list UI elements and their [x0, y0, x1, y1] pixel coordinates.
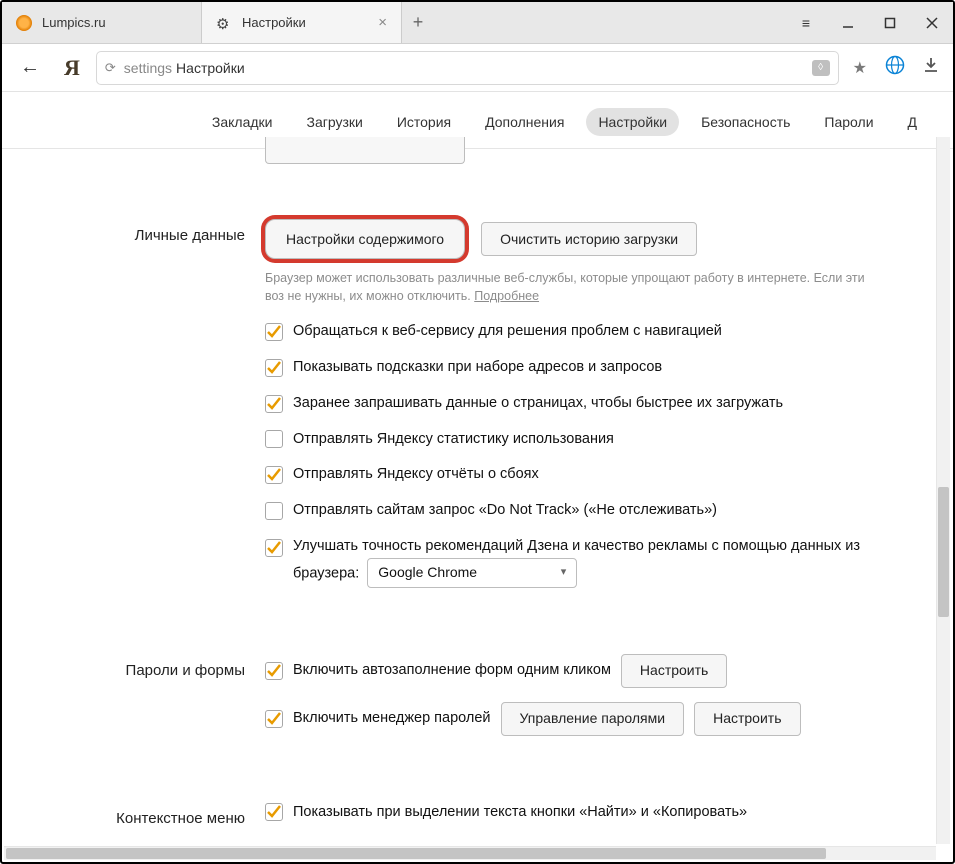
section-title: Контекстное меню: [50, 802, 265, 838]
section-context-menu: Контекстное меню Показывать при выделени…: [50, 750, 935, 838]
url-title: Настройки: [176, 60, 245, 76]
chevron-down-icon: ▾: [561, 564, 567, 581]
helper-text: Браузер может использовать различные веб…: [265, 269, 885, 305]
topnav-more[interactable]: Д: [896, 108, 929, 136]
topnav-downloads[interactable]: Загрузки: [294, 108, 374, 136]
check-do-not-track: Отправлять сайтам запрос «Do Not Track» …: [265, 500, 935, 522]
tab-close-icon[interactable]: ×: [378, 14, 387, 31]
gear-favicon-icon: ⚙: [216, 15, 232, 31]
scrollbar-thumb[interactable]: [6, 848, 826, 859]
checkbox[interactable]: [265, 466, 283, 484]
autofill-configure-button[interactable]: Настроить: [621, 654, 727, 688]
protect-badge-icon[interactable]: ◊: [812, 60, 830, 76]
menu-button[interactable]: ≡: [785, 2, 827, 44]
yandex-logo-icon[interactable]: Я: [58, 55, 86, 81]
download-icon[interactable]: [919, 53, 943, 82]
checkbox[interactable]: [265, 662, 283, 680]
clear-download-history-button[interactable]: Очистить историю загрузки: [481, 222, 697, 256]
horizontal-scrollbar[interactable]: [4, 846, 936, 860]
lumpics-favicon-icon: [16, 15, 32, 31]
new-tab-button[interactable]: +: [402, 2, 434, 43]
vertical-scrollbar[interactable]: [936, 137, 950, 844]
checkbox[interactable]: [265, 395, 283, 413]
check-autofill: Включить автозаполнение форм одним клико…: [265, 654, 935, 688]
content-settings-button[interactable]: Настройки содержимого: [265, 219, 465, 259]
tab-title: Lumpics.ru: [42, 15, 187, 30]
minimize-button[interactable]: [827, 2, 869, 44]
back-button[interactable]: ←: [12, 50, 48, 85]
truncated-button[interactable]: [265, 137, 465, 164]
check-nav-errors: Обращаться к веб-сервису для решения про…: [265, 321, 935, 343]
check-suggestions: Показывать подсказки при наборе адресов …: [265, 357, 935, 379]
reload-icon[interactable]: ⟳: [105, 60, 116, 76]
check-password-manager: Включить менеджер паролей Управление пар…: [265, 702, 935, 736]
browser-select[interactable]: Google Chrome ▾: [367, 558, 577, 588]
check-crash-reports: Отправлять Яндексу отчёты о сбоях: [265, 464, 935, 486]
tab-title: Настройки: [242, 15, 372, 30]
topnav-passwords[interactable]: Пароли: [812, 108, 885, 136]
passwords-configure-button[interactable]: Настроить: [694, 702, 800, 736]
checkbox[interactable]: [265, 323, 283, 341]
section-personal-data: Личные данные Настройки содержимого Очис…: [50, 167, 935, 602]
close-button[interactable]: [911, 2, 953, 44]
checkbox[interactable]: [265, 803, 283, 821]
section-passwords-forms: Пароли и формы Включить автозаполнение ф…: [50, 602, 935, 750]
maximize-button[interactable]: [869, 2, 911, 44]
section-title: Пароли и формы: [50, 654, 265, 750]
omnibox[interactable]: ⟳ settings Настройки ◊: [96, 51, 839, 85]
content-viewport: Личные данные Настройки содержимого Очис…: [2, 137, 953, 846]
topnav-addons[interactable]: Дополнения: [473, 108, 576, 136]
titlebar: Lumpics.ru ⚙ Настройки × + ≡: [2, 2, 953, 44]
scrollbar-thumb[interactable]: [938, 487, 949, 617]
checkbox[interactable]: [265, 359, 283, 377]
topnav-security[interactable]: Безопасность: [689, 108, 802, 136]
checkbox[interactable]: [265, 710, 283, 728]
learn-more-link[interactable]: Подробнее: [474, 289, 539, 303]
check-selection-buttons: Показывать при выделении текста кнопки «…: [265, 802, 935, 824]
topnav-bookmarks[interactable]: Закладки: [200, 108, 285, 136]
tab-lumpics[interactable]: Lumpics.ru: [2, 2, 202, 43]
topnav-settings[interactable]: Настройки: [586, 108, 679, 136]
settings-content: Личные данные Настройки содержимого Очис…: [2, 137, 953, 846]
section-title: Личные данные: [50, 219, 265, 602]
tab-settings[interactable]: ⚙ Настройки ×: [202, 2, 402, 43]
url-path: settings: [124, 60, 172, 76]
check-usage-stats: Отправлять Яндексу статистику использова…: [265, 429, 935, 451]
window-controls: ≡: [785, 2, 953, 43]
topnav-history[interactable]: История: [385, 108, 463, 136]
manage-passwords-button[interactable]: Управление паролями: [501, 702, 685, 736]
checkbox[interactable]: [265, 430, 283, 448]
checkbox[interactable]: [265, 502, 283, 520]
check-zen-accuracy: Улучшать точность рекомендаций Дзена и к…: [265, 536, 935, 588]
checkbox[interactable]: [265, 539, 283, 557]
globe-icon[interactable]: [881, 51, 909, 84]
check-prefetch: Заранее запрашивать данные о страницах, …: [265, 393, 935, 415]
bookmark-star-icon[interactable]: ★: [849, 54, 871, 82]
address-bar: ← Я ⟳ settings Настройки ◊ ★: [2, 44, 953, 92]
